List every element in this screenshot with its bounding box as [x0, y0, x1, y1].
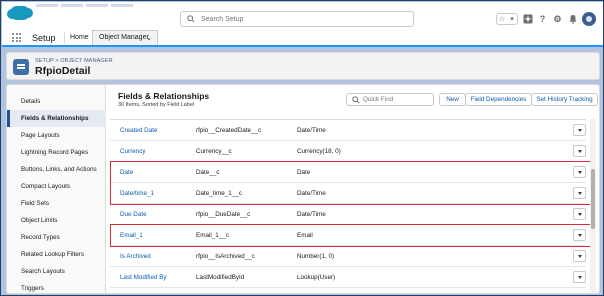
- row-actions-chevron-icon[interactable]: [573, 271, 586, 283]
- new-button[interactable]: New: [439, 93, 466, 106]
- sidebar-item-related-lookup-filters[interactable]: Related Lookup Filters: [7, 246, 106, 263]
- section-title: Fields & Relationships: [118, 91, 210, 101]
- fields-content: Fields & Relationships 30 Items, Sorted …: [106, 85, 599, 293]
- search-icon: [352, 96, 360, 104]
- sidebar-item-page-layouts[interactable]: Page Layouts: [7, 127, 106, 144]
- field-api-name: rfpio__CreatedDate__c: [196, 127, 262, 134]
- sidebar-item-details[interactable]: Details: [7, 93, 106, 110]
- breadcrumb[interactable]: SETUP > OBJECT MANAGER: [35, 58, 113, 64]
- main-panel: Details Fields & Relationships Page Layo…: [6, 84, 600, 294]
- quick-find-box[interactable]: [346, 93, 434, 106]
- object-sidebar: Details Fields & Relationships Page Layo…: [7, 85, 106, 293]
- nav-tab-home[interactable]: Home: [70, 34, 89, 41]
- global-header: ☆ ▾ ? ⚙: [2, 2, 603, 30]
- quick-find-input[interactable]: [363, 95, 431, 104]
- row-actions-chevron-icon[interactable]: [573, 208, 586, 220]
- sidebar-item-triggers[interactable]: Triggers: [7, 280, 106, 293]
- field-label-link[interactable]: Is Archived: [120, 253, 151, 260]
- set-history-tracking-button[interactable]: Set History Tracking: [531, 93, 598, 106]
- object-layers-icon: [13, 59, 29, 75]
- sidebar-item-record-types[interactable]: Record Types: [7, 229, 106, 246]
- sidebar-item-buttons-links-actions[interactable]: Buttons, Links, and Actions: [7, 161, 106, 178]
- field-api-name: Currency__c: [196, 148, 232, 155]
- table-row: Currency Currency__c Currency(18, 0): [110, 141, 586, 162]
- object-header: SETUP > OBJECT MANAGER RfpioDetail: [6, 52, 600, 80]
- avatar-icon[interactable]: [582, 12, 596, 26]
- table-row: Last Modified By LastModifiedById Lookup…: [110, 267, 586, 288]
- field-data-type: Number(1, 0): [297, 253, 335, 260]
- sidebar-item-compact-layouts[interactable]: Compact Layouts: [7, 178, 106, 195]
- field-api-name: LastModifiedById: [196, 274, 245, 281]
- field-label-link[interactable]: Last Modified By: [120, 274, 167, 281]
- field-api-name: rfpio__DueDate__c: [196, 211, 251, 218]
- nav-tab-object-manager-label: Object Manager: [99, 34, 149, 41]
- search-setup-input[interactable]: [201, 14, 401, 25]
- add-icon[interactable]: [522, 14, 533, 25]
- browser-tabs-strip: [36, 2, 156, 7]
- field-data-type: Date/Time: [297, 127, 326, 134]
- field-data-type: Lookup(User): [297, 274, 336, 281]
- scrollbar-thumb[interactable]: [591, 169, 595, 229]
- field-label-link[interactable]: Created Date: [120, 127, 157, 134]
- field-data-type: Date/Time: [297, 211, 326, 218]
- chevron-down-icon[interactable]: ▾: [507, 14, 517, 24]
- app-launcher-icon[interactable]: [12, 33, 21, 42]
- app-window: ☆ ▾ ? ⚙ Setup Home Object Manager ⌄: [0, 0, 604, 296]
- table-row: Is Archived rfpio__IsArchived__c Number(…: [110, 246, 586, 267]
- help-icon[interactable]: ?: [537, 14, 548, 25]
- fields-table: Created Date rfpio__CreatedDate__c Date/…: [110, 119, 591, 293]
- nav-divider: [64, 32, 65, 44]
- chevron-down-icon[interactable]: ⌄: [146, 34, 152, 42]
- sidebar-item-lightning-record-pages[interactable]: Lightning Record Pages: [7, 144, 106, 161]
- setup-nav-bar: Setup Home Object Manager ⌄: [2, 30, 603, 47]
- field-data-type: Currency(18, 0): [297, 148, 341, 155]
- sidebar-item-object-limits[interactable]: Object Limits: [7, 212, 106, 229]
- row-actions-chevron-icon[interactable]: [573, 124, 586, 136]
- setup-search-box[interactable]: [180, 11, 414, 27]
- table-row: Due Date rfpio__DueDate__c Date/Time: [110, 204, 586, 225]
- favorites-group[interactable]: ☆ ▾: [496, 13, 518, 25]
- field-label-link[interactable]: Currency: [120, 148, 146, 155]
- search-icon: [187, 15, 195, 23]
- sidebar-item-field-sets[interactable]: Field Sets: [7, 195, 106, 212]
- highlight-box: [110, 224, 591, 247]
- sidebar-item-search-layouts[interactable]: Search Layouts: [7, 263, 106, 280]
- sidebar-item-fields-relationships[interactable]: Fields & Relationships: [7, 110, 106, 127]
- row-actions-chevron-icon[interactable]: [573, 145, 586, 157]
- field-dependencies-button[interactable]: Field Dependencies: [465, 93, 532, 106]
- gear-icon[interactable]: ⚙: [552, 14, 563, 25]
- header-utility-icons: ☆ ▾ ? ⚙: [496, 11, 596, 27]
- object-title: RfpioDetail: [35, 65, 91, 77]
- app-name: Setup: [32, 33, 56, 43]
- row-actions-chevron-icon[interactable]: [573, 250, 586, 262]
- table-row: Created Date rfpio__CreatedDate__c Date/…: [110, 120, 586, 141]
- highlight-box: [110, 161, 591, 205]
- salesforce-logo-icon[interactable]: [7, 6, 33, 20]
- field-label-link[interactable]: Due Date: [120, 211, 147, 218]
- nav-tab-object-manager[interactable]: Object Manager ⌄: [92, 30, 158, 45]
- field-api-name: rfpio__IsArchived__c: [196, 253, 255, 260]
- bell-icon[interactable]: [567, 14, 578, 25]
- star-icon[interactable]: ☆: [497, 14, 507, 24]
- items-count: 30 Items, Sorted by Field Label: [118, 102, 195, 108]
